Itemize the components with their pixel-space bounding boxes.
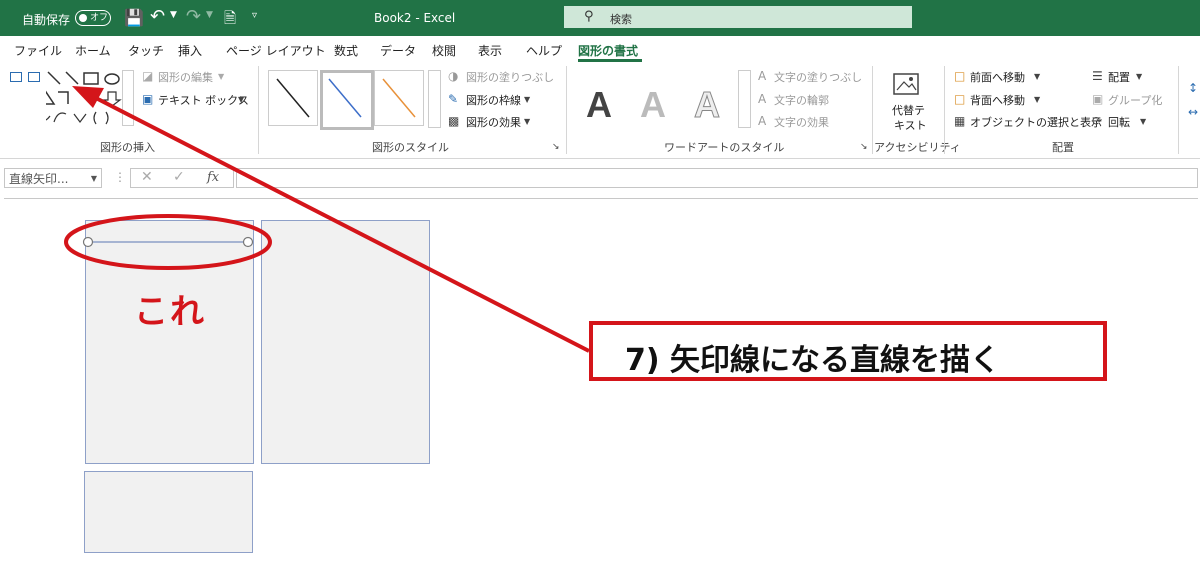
pointer-arrow-head <box>72 86 104 108</box>
instruction-text: 7) 矢印線になる直線を描く <box>625 343 1001 378</box>
line-handle-start <box>82 236 94 248</box>
kore-annotation: これ <box>134 292 206 332</box>
instruction-callout: 7) 矢印線になる直線を描く <box>589 321 1107 381</box>
line-handle-end <box>242 236 254 248</box>
